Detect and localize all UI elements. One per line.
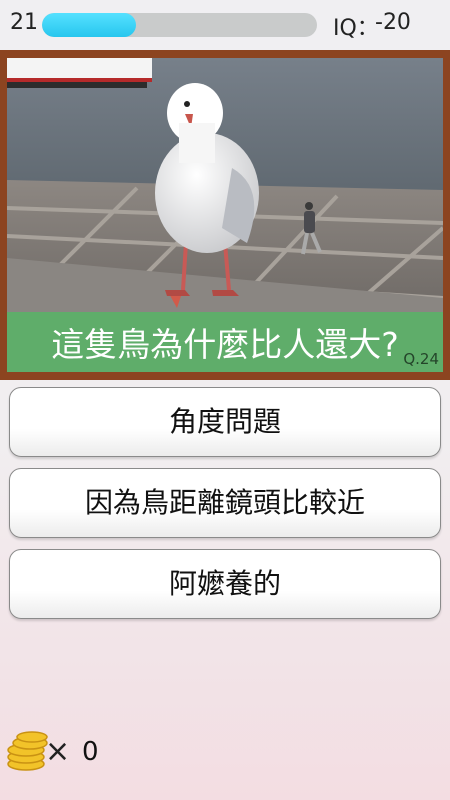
answer-button-3[interactable]: 阿嬤養的 (9, 549, 441, 619)
iq-label: IQ： (333, 16, 379, 41)
time-progress-bar (42, 13, 317, 37)
answer-button-1[interactable]: 角度問題 (9, 387, 441, 457)
iq-score: -20 (375, 10, 411, 35)
coin-count: 0 (82, 737, 99, 767)
countdown-timer: 21 (10, 10, 38, 35)
question-text: 這隻鳥為什麼比人還大? (51, 325, 399, 364)
coin-multiplier-symbol: × (45, 734, 71, 769)
coin-stack-icon (7, 731, 48, 771)
top-bar: 21 IQ： -20 (0, 0, 450, 50)
question-bar: 這隻鳥為什麼比人還大? Q.24 (7, 312, 443, 372)
question-card: 這隻鳥為什麼比人還大? Q.24 (0, 50, 450, 380)
question-number: Q.24 (403, 350, 439, 368)
answer-button-2[interactable]: 因為鳥距離鏡頭比較近 (9, 468, 441, 538)
time-progress-fill (42, 13, 136, 37)
